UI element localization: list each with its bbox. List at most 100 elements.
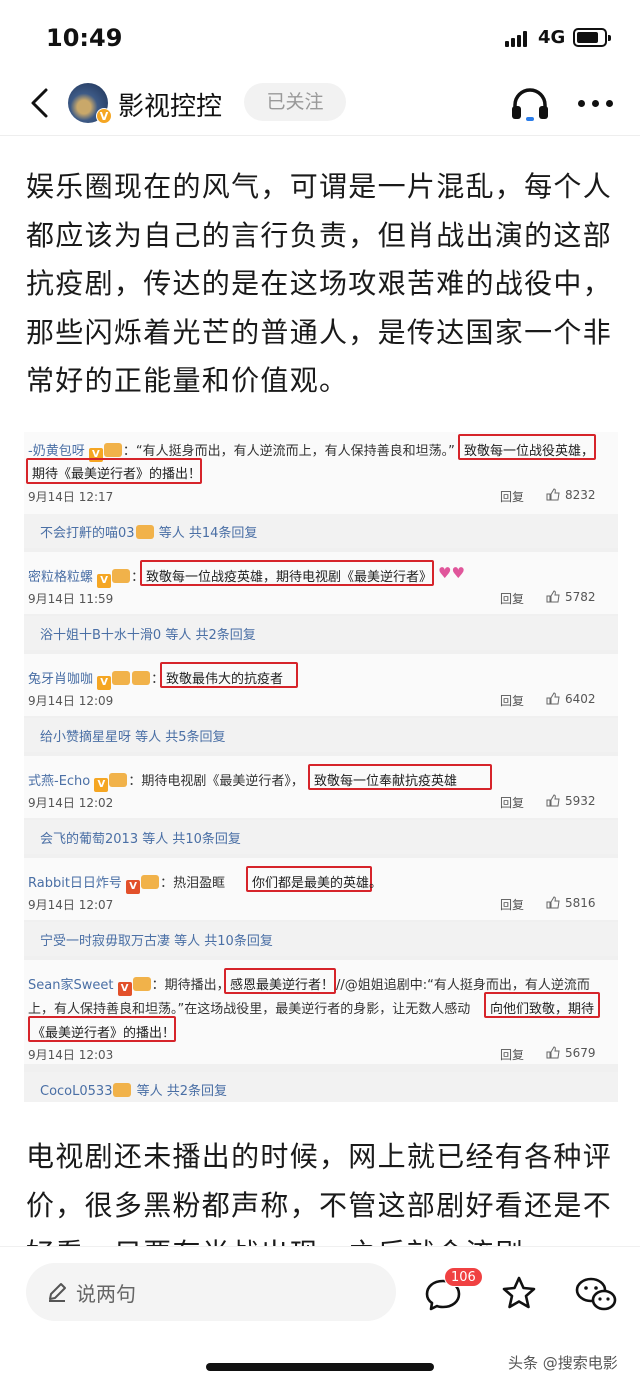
comment-item: 兔牙肖咖咖 V： 致敬最伟大的抗疫者 9月14日 12:09 回复 6402: [24, 654, 618, 716]
comment-user: 兔牙肖咖咖: [28, 672, 94, 687]
star-icon[interactable]: [500, 1275, 538, 1311]
reply-summary: 不会打鼾的喵03 等人 共14条回复: [24, 514, 618, 548]
comment-text: ：“有人挺身而出，有人逆流而上，有人保持善良和坦荡。”: [122, 444, 455, 459]
comment-text: ：期待播出，: [151, 978, 230, 993]
comment-user: 式燕-Echo: [28, 774, 91, 789]
more-icon[interactable]: [578, 100, 614, 108]
like-count: 5679: [546, 1046, 596, 1060]
thumb-up-icon: [546, 1046, 560, 1059]
comment-date: 9月14日 11:59: [28, 592, 114, 606]
comments-screenshot-image: -奶黄包呀 V ：“有人挺身而出，有人逆流而上，有人保持善良和坦荡。” 致敬每一位…: [24, 432, 618, 1102]
comment-user: Rabbit日日炸号: [28, 876, 122, 891]
comment-highlight: 致敬最伟大的抗疫者: [166, 672, 284, 687]
article-paragraph-container: 电视剧还未播出的时候，网上就已经有各种评价，很多黑粉都声称，不管这部剧好看还是不…: [0, 1133, 640, 1246]
comment-date: 9月14日 12:03: [28, 1048, 114, 1062]
verified-v-icon: V: [97, 676, 112, 690]
comment-highlight: 《最美逆行者》的播出！: [32, 1026, 176, 1041]
bottom-action-bar: 说两句 106: [0, 1246, 640, 1336]
status-time: 10:49: [46, 24, 123, 52]
comment-user: Sean家Sweet: [28, 978, 114, 993]
comment-item: Rabbit日日炸号 V ：热泪盈眶 你们都是最美的英雄。 9月14日 12:07…: [24, 858, 618, 920]
watermark: 头条 @搜索电影: [508, 1354, 618, 1372]
hearts-emoji-icon: ♥♥: [438, 564, 465, 582]
reply-summary: CocoL0533 等人 共2条回复: [24, 1072, 618, 1102]
thumb-up-icon: [546, 590, 560, 603]
verified-v-icon: V: [126, 880, 141, 894]
back-icon[interactable]: [26, 86, 56, 120]
reply-summary-user: 浴十姐十B十水十滑0: [40, 628, 162, 643]
comment-text: ：期待电视剧《最美逆行者》，: [128, 774, 304, 789]
wechat-share-icon[interactable]: [574, 1275, 618, 1313]
headset-icon[interactable]: [510, 86, 550, 122]
comment-input[interactable]: 说两句: [26, 1263, 396, 1321]
comment-highlight: 感恩最美逆行者！: [230, 978, 335, 993]
medal-icon: [113, 1083, 132, 1097]
reply-summary-user: 给小赞摘星星呀: [40, 730, 132, 745]
reply-summary-text: 等人 共5条回复: [135, 730, 226, 745]
verified-v-icon: V: [97, 574, 112, 588]
medal-icon: [135, 525, 154, 539]
comment-highlight: 致敬每一位战疫英雄，期待电视剧《最美逆行者》: [146, 570, 433, 585]
medal-icon: [112, 569, 131, 583]
article-paragraph: 娱乐圈现在的风气，可谓是一片混乱，每个人都应该为自己的言行负责，但肖战出演的这部…: [26, 170, 613, 397]
medal-icon: [132, 977, 151, 991]
medal-icon: [103, 443, 122, 457]
signal-icon: [505, 31, 531, 47]
thumb-up-icon: [546, 692, 560, 705]
comment-date: 9月14日 12:09: [28, 694, 114, 708]
comment-highlight: 致敬每一位奉献抗疫英雄: [314, 774, 458, 789]
thumb-up-icon: [546, 896, 560, 909]
reply-summary-user: 宁受一时寂毋取万古凄: [40, 934, 171, 949]
reply-button: 回复: [500, 592, 525, 606]
verified-v-icon: V: [117, 982, 132, 996]
medal-icon: [112, 671, 131, 685]
reply-summary-text: 等人 共10条回复: [174, 934, 273, 949]
thumb-up-icon: [546, 488, 560, 501]
comment-user: 密粒格粒螺: [28, 570, 94, 585]
article-paragraph: 电视剧还未播出的时候，网上就已经有各种评价，很多黑粉都声称，不管这部剧好看还是不…: [26, 1140, 613, 1246]
network-type: 4G: [538, 27, 566, 48]
verified-v-icon: V: [94, 778, 109, 792]
like-count: 5782: [546, 590, 596, 604]
comment-text: ：热泪盈眶: [160, 876, 226, 891]
account-name[interactable]: 影视控控: [118, 86, 222, 123]
reply-button: 回复: [500, 490, 525, 504]
reply-button: 回复: [500, 1048, 525, 1062]
like-count: 8232: [546, 488, 596, 502]
comment-highlight: 期待《最美逆行者》的播出！: [32, 467, 202, 482]
comment-item: Sean家Sweet V ：期待播出， 感恩最美逆行者！ //@姐姐追剧中:“有人…: [24, 960, 618, 1064]
medal-icon: [109, 773, 128, 787]
reply-summary-text: 等人 共2条回复: [136, 1084, 228, 1099]
comment-item: 密粒格粒螺 V： 致敬每一位战疫英雄，期待电视剧《最美逆行者》 ♥♥ 9月14日…: [24, 552, 618, 614]
reply-button: 回复: [500, 796, 525, 810]
comment-item: 式燕-Echo V ：期待电视剧《最美逆行者》， 致敬每一位奉献抗疫英雄 9月14…: [24, 756, 618, 818]
comment-highlight: 致敬每一位战役英雄，: [464, 444, 595, 459]
like-count: 6402: [546, 692, 596, 706]
follow-button[interactable]: 已关注: [244, 83, 346, 121]
like-count: 5816: [546, 896, 596, 910]
comment-input-placeholder: 说两句: [76, 1282, 136, 1306]
reply-summary: 给小赞摘星星呀 等人 共5条回复: [24, 718, 618, 752]
reply-summary: 会飞的葡萄2013 等人 共10条回复: [24, 820, 618, 854]
comment-user: -奶黄包呀: [28, 444, 85, 459]
reply-summary: 浴十姐十B十水十滑0 等人 共2条回复: [24, 616, 618, 650]
reply-button: 回复: [500, 694, 525, 708]
home-indicator[interactable]: [206, 1363, 434, 1371]
nav-bar: V 影视控控 已关注: [0, 72, 640, 136]
like-count: 5932: [546, 794, 596, 808]
reply-summary-text: 等人 共14条回复: [158, 526, 258, 541]
reply-summary: 宁受一时寂毋取万古凄 等人 共10条回复: [24, 922, 618, 956]
status-bar: 10:49 4G: [0, 0, 640, 72]
comment-item: -奶黄包呀 V ：“有人挺身而出，有人逆流而上，有人保持善良和坦荡。” 致敬每一位…: [24, 432, 618, 514]
reply-summary-text: 等人 共2条回复: [165, 628, 256, 643]
comment-count-badge: 106: [444, 1267, 483, 1287]
reply-summary-user: 会飞的葡萄2013: [40, 832, 139, 847]
reply-button: 回复: [500, 898, 525, 912]
medal-icon: [141, 875, 160, 889]
comment-date: 9月14日 12:07: [28, 898, 114, 912]
pen-icon: [49, 1283, 66, 1302]
reply-summary-user: 不会打鼾的喵03: [40, 526, 135, 541]
comment-text: //@姐姐追剧中:“有人挺身而出，有人逆流而: [336, 978, 590, 993]
comment-highlight: 你们都是最美的英雄。: [252, 876, 383, 891]
comment-date: 9月14日 12:02: [28, 796, 114, 810]
